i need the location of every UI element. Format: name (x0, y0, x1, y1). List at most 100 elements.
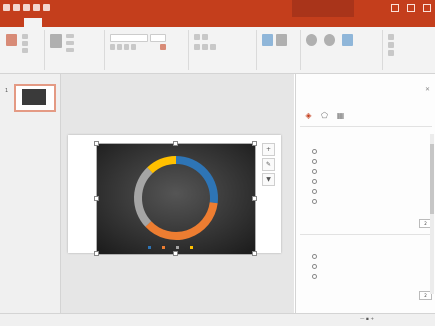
ribbon-tabs (0, 17, 435, 27)
pane-category-icons: ◈ ⬠ ▦ (304, 111, 345, 120)
thumbnail-chart (22, 89, 46, 105)
bullets-button[interactable] (194, 34, 200, 40)
minimize-icon[interactable] (391, 4, 399, 12)
zoom-slider[interactable]: — ▪ + (360, 317, 374, 322)
numbering-button[interactable] (202, 34, 208, 40)
legend-swatch-2 (162, 246, 165, 249)
border-option-radio[interactable] (312, 254, 317, 259)
resize-handle-bottom[interactable] (173, 251, 178, 256)
new-slide-icon[interactable] (50, 34, 62, 48)
legend-swatch-3 (176, 246, 179, 249)
tab-chart-design[interactable] (296, 18, 318, 27)
restore-icon[interactable] (407, 4, 415, 12)
close-icon[interactable] (423, 4, 431, 12)
tab-review[interactable] (152, 18, 170, 27)
fill-line-icon[interactable]: ◈ (304, 111, 313, 120)
customize-toolbar-icon[interactable] (43, 4, 50, 11)
underline-button[interactable] (124, 44, 129, 50)
align-right-button[interactable] (210, 44, 216, 50)
quick-styles-icon[interactable] (306, 34, 317, 46)
resize-handle-bottom-right[interactable] (252, 251, 257, 256)
font-size-select[interactable] (150, 34, 166, 42)
shadow-button[interactable] (131, 44, 136, 50)
slides-group (46, 30, 105, 70)
effects-icon[interactable]: ⬠ (320, 111, 329, 120)
border-option-radio[interactable] (312, 264, 317, 269)
fill-option-radio[interactable] (312, 169, 317, 174)
font-color-button[interactable] (160, 44, 166, 50)
tab-tell-me[interactable] (350, 18, 378, 27)
italic-button[interactable] (117, 44, 122, 50)
start-slideshow-icon[interactable] (33, 4, 40, 11)
shape-outline-icon[interactable] (342, 34, 353, 46)
format-chart-area-pane: ✕ ◈ ⬠ ▦ 2 2 (295, 74, 435, 314)
tab-transitions[interactable] (84, 18, 102, 27)
reset-icon[interactable] (66, 41, 74, 45)
pane-divider (300, 126, 432, 127)
chart-filters-button[interactable]: ▼ (262, 173, 275, 186)
tab-file[interactable] (4, 18, 22, 27)
fill-option-radio[interactable] (312, 189, 317, 194)
editing-group (384, 30, 432, 70)
paste-icon[interactable] (6, 34, 17, 46)
tab-slideshow[interactable] (124, 18, 150, 27)
quick-access-toolbar (3, 4, 50, 11)
fill-option-radio[interactable] (312, 149, 317, 154)
tab-developer[interactable] (192, 18, 218, 27)
slide-thumbnail-pane: 1 (0, 74, 61, 314)
tab-insert[interactable] (44, 18, 62, 27)
tab-view[interactable] (172, 18, 190, 27)
tab-chart-format[interactable] (320, 18, 342, 27)
select-icon[interactable] (388, 50, 394, 56)
resize-handle-top[interactable] (173, 141, 178, 146)
undo-icon[interactable] (13, 4, 20, 11)
chart-styles-button[interactable]: ✎ (262, 158, 275, 171)
section-icon[interactable] (66, 48, 74, 52)
redo-icon[interactable] (23, 4, 30, 11)
border-option-radio[interactable] (312, 274, 317, 279)
pane-scrollbar[interactable] (430, 134, 434, 294)
fill-option-radio[interactable] (312, 199, 317, 204)
close-icon[interactable]: ✕ (425, 86, 430, 93)
tab-animations[interactable] (104, 18, 122, 27)
shape-fill-icon[interactable] (324, 34, 335, 46)
resize-handle-top-left[interactable] (94, 141, 99, 146)
tab-home[interactable] (24, 18, 42, 27)
replace-icon[interactable] (388, 42, 394, 48)
bold-button[interactable] (110, 44, 115, 50)
chart-elements-button[interactable]: + (262, 143, 275, 156)
cut-icon[interactable] (22, 34, 28, 39)
paragraph-group (190, 30, 257, 70)
slide-number: 1 (5, 88, 9, 94)
align-center-button[interactable] (202, 44, 208, 50)
window-controls (391, 4, 431, 12)
pane-divider (300, 234, 432, 235)
status-bar: — ▪ + (0, 313, 435, 326)
tab-design[interactable] (64, 18, 82, 27)
fill-option-radio[interactable] (312, 179, 317, 184)
resize-handle-bottom-left[interactable] (94, 251, 99, 256)
resize-handle-left[interactable] (94, 196, 99, 201)
align-left-button[interactable] (194, 44, 200, 50)
copy-icon[interactable] (22, 41, 28, 46)
chart-object[interactable] (96, 143, 256, 255)
arrange-icon[interactable] (276, 34, 287, 46)
layout-icon[interactable] (66, 34, 74, 38)
legend-swatch-1 (148, 246, 151, 249)
find-icon[interactable] (388, 34, 394, 40)
resize-handle-top-right[interactable] (252, 141, 257, 146)
format-painter-icon[interactable] (22, 48, 28, 53)
chart-tools-context-tab[interactable] (292, 0, 354, 17)
clipboard-group (2, 30, 45, 70)
fill-option-radio[interactable] (312, 159, 317, 164)
size-properties-icon[interactable]: ▦ (336, 111, 345, 120)
save-icon[interactable] (3, 4, 10, 11)
slide-thumbnail[interactable] (14, 84, 56, 112)
shapes-icon[interactable] (262, 34, 273, 46)
resize-handle-right[interactable] (252, 196, 257, 201)
styles-group (302, 30, 383, 70)
chart-svg (97, 144, 255, 254)
pane-scrollbar-thumb[interactable] (430, 144, 434, 214)
font-name-select[interactable] (110, 34, 148, 42)
ribbon (0, 27, 435, 74)
